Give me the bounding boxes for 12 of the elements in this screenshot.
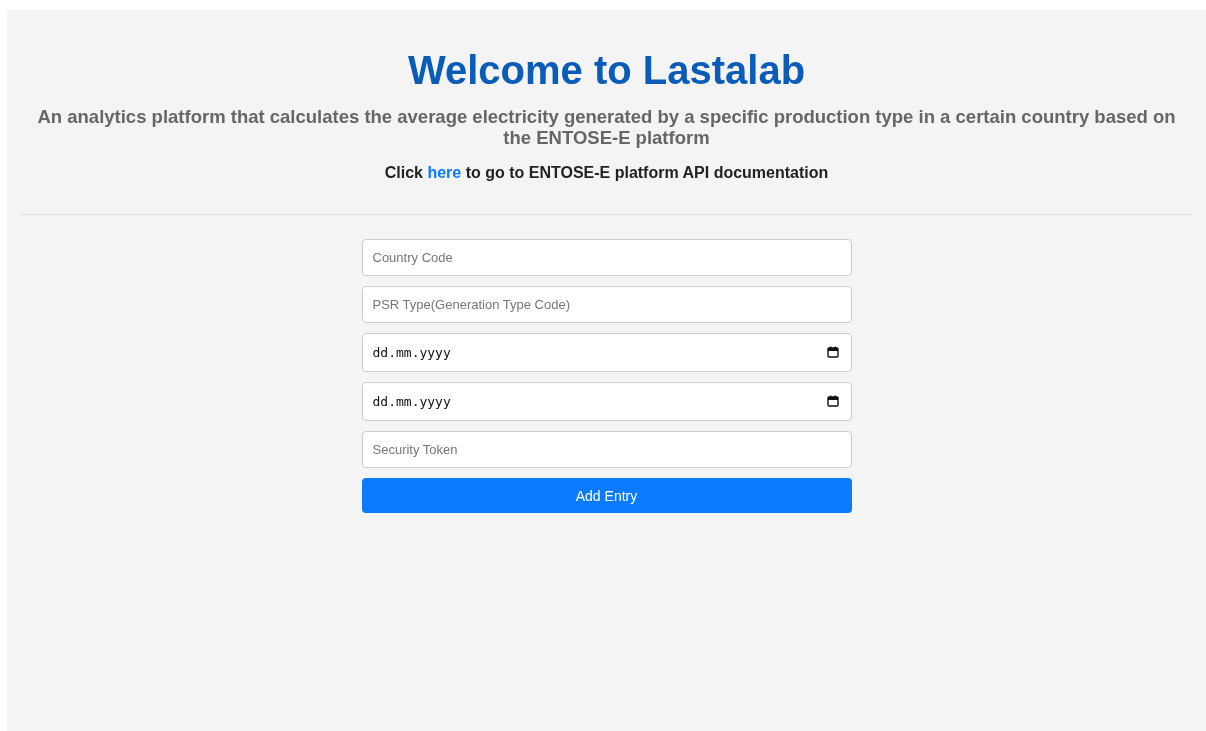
page-subtitle: An analytics platform that calculates the average electricity generated by a specific production type in a certain country based on the ENTOSE-E platform bbox=[36, 106, 1177, 148]
add-entry-button[interactable]: Add Entry bbox=[361, 478, 852, 513]
text-field[interactable]: Country Code bbox=[361, 239, 852, 276]
calendar-icon[interactable] bbox=[826, 346, 839, 358]
text-field[interactable]: PSR Type(Generation Type Code) bbox=[361, 286, 852, 323]
page-title: Welcome to Lastalab bbox=[407, 48, 806, 92]
calendar-icon[interactable] bbox=[826, 395, 839, 407]
text-field[interactable]: Security Token bbox=[361, 431, 852, 468]
doc-link-sentence: Click here to go to ENTOSE-E platform API documentation bbox=[384, 164, 829, 182]
date-field[interactable]: dd.mm.yyyy bbox=[361, 382, 852, 421]
date-field[interactable]: dd.mm.yyyy bbox=[361, 333, 852, 372]
doc-link[interactable]: here bbox=[427, 164, 462, 181]
